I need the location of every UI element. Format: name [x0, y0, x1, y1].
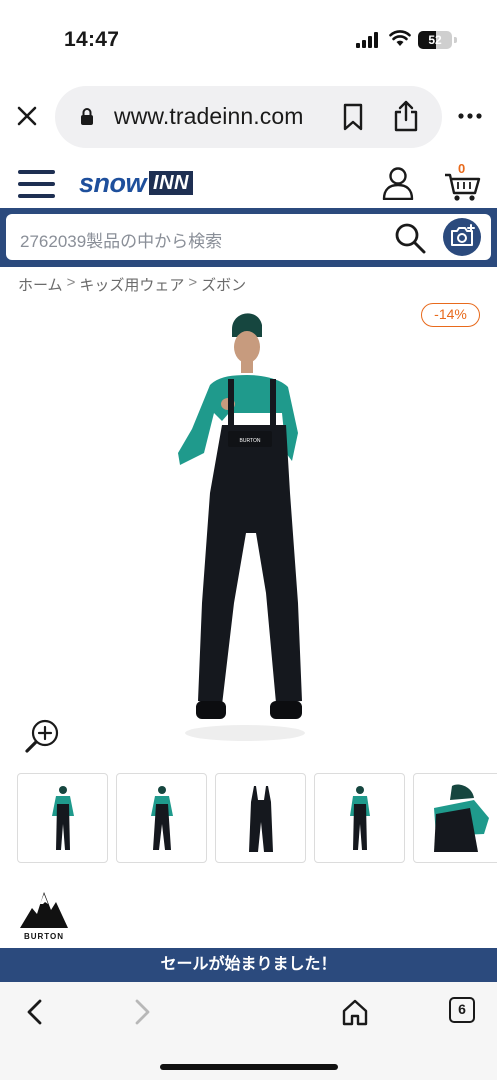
zoom-in-icon[interactable] [25, 718, 61, 754]
breadcrumb-separator: > [66, 274, 76, 291]
search-icon[interactable] [394, 222, 426, 254]
site-logo[interactable]: snow INN [79, 168, 193, 198]
thumbnail-gallery [17, 773, 497, 863]
share-icon[interactable] [393, 100, 419, 132]
wifi-icon [389, 30, 411, 46]
menu-icon[interactable] [18, 170, 55, 198]
thumbnail-3[interactable] [215, 773, 306, 863]
search-bar: 2762039製品の中から検索 [0, 208, 497, 267]
battery-icon: 52 [418, 31, 452, 49]
logo-snow-text: snow [79, 167, 147, 198]
battery-cap [454, 37, 457, 43]
forward-icon[interactable] [130, 998, 154, 1026]
cart-button[interactable]: 0 [443, 161, 483, 203]
thumbnail-2[interactable] [116, 773, 207, 863]
browser-bottom-bar: 6 [0, 982, 497, 1080]
sale-banner[interactable]: セールが始まりました！ [0, 948, 497, 982]
url-text: www.tradeinn.com [114, 103, 304, 129]
breadcrumb-separator: > [188, 274, 198, 291]
home-indicator [160, 1064, 338, 1070]
user-account-icon[interactable] [382, 166, 414, 200]
breadcrumb: ホーム > キッズ用ウェア > ズボン [18, 274, 246, 295]
breadcrumb-kids-wear[interactable]: キッズ用ウェア [79, 274, 184, 295]
camera-search-button[interactable] [443, 218, 481, 256]
bookmark-icon[interactable] [342, 103, 364, 131]
address-bar[interactable]: www.tradeinn.com [55, 86, 442, 148]
status-time: 14:47 [64, 28, 120, 51]
battery-level: 52 [428, 33, 442, 47]
discount-badge: -14% [421, 303, 480, 327]
back-icon[interactable] [23, 998, 47, 1026]
logo-inn-text: INN [149, 171, 193, 195]
search-placeholder: 2762039製品の中から検索 [20, 232, 223, 251]
thumbnail-1[interactable] [17, 773, 108, 863]
tabs-button[interactable]: 6 [449, 997, 475, 1023]
product-image[interactable]: BURTON [170, 303, 320, 748]
camera-plus-icon [451, 224, 475, 246]
thumbnail-4[interactable] [314, 773, 405, 863]
more-options-icon[interactable] [457, 110, 483, 122]
status-bar: 14:47 52 [0, 0, 497, 70]
breadcrumb-home[interactable]: ホーム [18, 274, 63, 295]
home-icon[interactable] [341, 998, 369, 1026]
cart-count-badge: 0 [458, 161, 466, 176]
thumbnail-5[interactable] [413, 773, 497, 863]
cellular-signal-icon [356, 32, 382, 48]
burton-mountain-logo [20, 892, 68, 928]
search-input[interactable]: 2762039製品の中から検索 [6, 214, 491, 260]
brand-name: BURTON [23, 932, 65, 941]
chest-logo-text: BURTON [240, 438, 261, 444]
lock-icon [81, 108, 93, 125]
brand-logo[interactable]: BURTON [18, 886, 70, 944]
close-icon[interactable] [14, 103, 40, 129]
breadcrumb-pants[interactable]: ズボン [201, 274, 246, 295]
